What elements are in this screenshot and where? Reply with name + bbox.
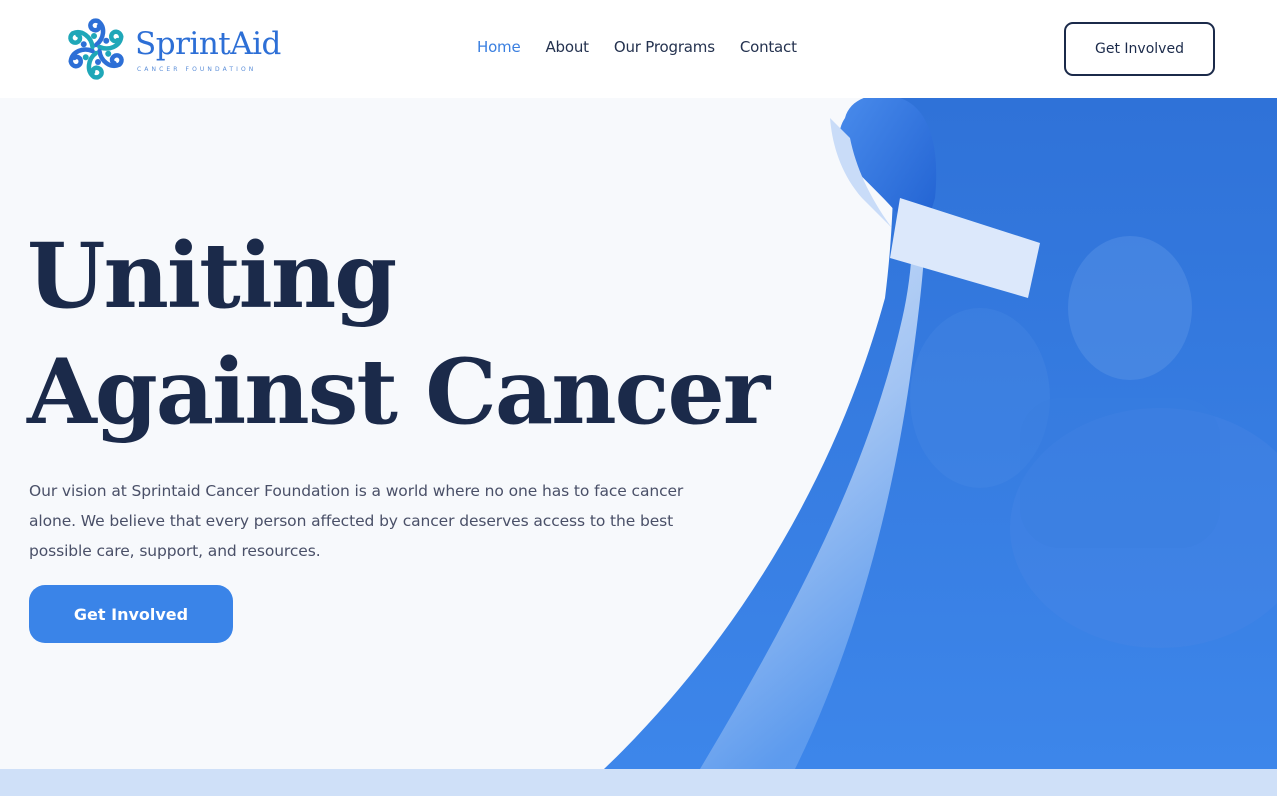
flower-logo-icon	[68, 18, 124, 80]
logo[interactable]: SprintAid CANCER FOUNDATION	[62, 16, 282, 82]
hero-title-line-2: Against Cancer	[27, 339, 770, 445]
hero-title-line-1: Uniting	[27, 223, 397, 329]
site-header: SprintAid CANCER FOUNDATION Home About O…	[0, 0, 1277, 98]
header-get-involved-button[interactable]: Get Involved	[1064, 22, 1215, 76]
logo-tagline: CANCER FOUNDATION	[137, 66, 257, 73]
nav-our-programs[interactable]: Our Programs	[614, 38, 715, 62]
next-section-strip	[0, 769, 1277, 796]
nav-about[interactable]: About	[546, 38, 590, 62]
hero-title: Uniting Against Cancer	[27, 218, 770, 450]
nav-contact[interactable]: Contact	[740, 38, 797, 62]
hero-get-involved-button[interactable]: Get Involved	[29, 585, 233, 643]
nav-home[interactable]: Home	[477, 38, 521, 62]
main-nav: Home About Our Programs Contact	[477, 38, 797, 62]
logo-name: SprintAid	[135, 26, 281, 62]
hero-description: Our vision at Sprintaid Cancer Foundatio…	[29, 482, 684, 560]
